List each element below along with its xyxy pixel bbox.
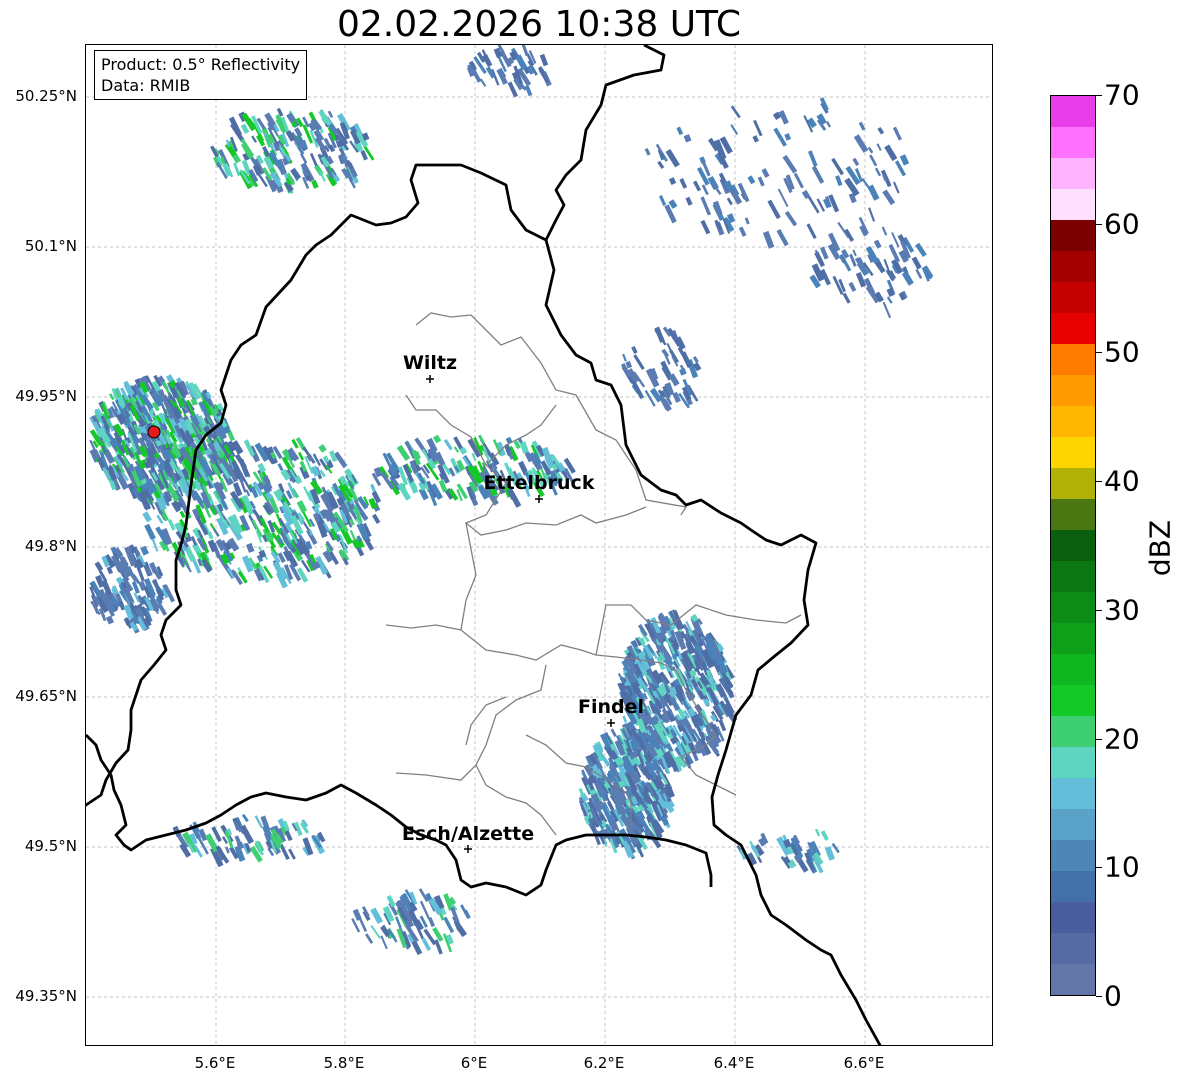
colorbar-segment bbox=[1051, 158, 1095, 189]
city-label: Wiltz bbox=[403, 352, 457, 374]
colorbar-tick bbox=[1096, 223, 1102, 225]
city-label: Findel bbox=[578, 696, 644, 718]
colorbar-segment bbox=[1051, 375, 1095, 406]
dbz-colorbar bbox=[1050, 95, 1096, 996]
lat-label: 50.25°N bbox=[15, 87, 77, 105]
colorbar-segment bbox=[1051, 592, 1095, 623]
colorbar-tick-label: 40 bbox=[1104, 464, 1140, 498]
colorbar-segment bbox=[1051, 313, 1095, 344]
lon-label: 6.6°E bbox=[843, 1054, 885, 1072]
lon-label: 5.6°E bbox=[194, 1054, 236, 1072]
lat-label: 49.35°N bbox=[15, 987, 77, 1005]
colorbar-segment bbox=[1051, 127, 1095, 158]
product-info-box: Product: 0.5° Reflectivity Data: RMIB bbox=[94, 50, 308, 100]
colorbar-segment bbox=[1051, 282, 1095, 313]
colorbar-segment bbox=[1051, 716, 1095, 747]
colorbar-segment bbox=[1051, 654, 1095, 685]
lon-label: 6°E bbox=[460, 1054, 488, 1072]
colorbar-segment bbox=[1051, 530, 1095, 561]
colorbar-segment bbox=[1051, 220, 1095, 251]
colorbar-segment bbox=[1051, 499, 1095, 530]
lon-label: 6.4°E bbox=[713, 1054, 755, 1072]
colorbar-tick bbox=[1096, 481, 1102, 483]
map-title: 02.02.2026 10:38 UTC bbox=[336, 4, 742, 45]
data-source-label: Data: RMIB bbox=[101, 76, 191, 95]
colorbar-tick-label: 20 bbox=[1104, 722, 1140, 756]
city-label: Ettelbruck bbox=[484, 472, 595, 494]
colorbar-tick bbox=[1096, 609, 1102, 611]
lat-label: 50.1°N bbox=[24, 237, 77, 255]
lat-label: 49.95°N bbox=[15, 387, 77, 405]
colorbar-segment bbox=[1051, 96, 1095, 127]
colorbar-segment bbox=[1051, 933, 1095, 964]
colorbar-segment bbox=[1051, 623, 1095, 654]
colorbar-tick bbox=[1096, 95, 1102, 96]
colorbar-segment bbox=[1051, 437, 1095, 468]
colorbar-tick-label: 10 bbox=[1104, 850, 1140, 884]
colorbar-segment bbox=[1051, 964, 1095, 995]
city-marker bbox=[607, 719, 615, 727]
city-label: Esch/Alzette bbox=[402, 823, 534, 845]
colorbar-segment bbox=[1051, 809, 1095, 840]
radar-site-marker bbox=[147, 425, 161, 439]
colorbar-unit-label: dBZ bbox=[1143, 519, 1177, 577]
colorbar-segment bbox=[1051, 747, 1095, 778]
colorbar-segment bbox=[1051, 251, 1095, 282]
colorbar-tick bbox=[1096, 352, 1102, 354]
lat-label: 49.8°N bbox=[24, 537, 77, 555]
colorbar-segment bbox=[1051, 685, 1095, 716]
colorbar-segment bbox=[1051, 468, 1095, 499]
colorbar-tick bbox=[1096, 738, 1102, 740]
product-label: Product: 0.5° Reflectivity bbox=[101, 55, 301, 74]
lat-label: 49.65°N bbox=[15, 687, 77, 705]
lon-label: 5.8°E bbox=[323, 1054, 365, 1072]
lon-label: 6.2°E bbox=[583, 1054, 625, 1072]
colorbar-segment bbox=[1051, 840, 1095, 871]
colorbar-segment bbox=[1051, 902, 1095, 933]
colorbar-tick-label: 70 bbox=[1104, 78, 1140, 112]
colorbar-tick-label: 0 bbox=[1104, 979, 1122, 1013]
colorbar-tick bbox=[1096, 996, 1102, 997]
colorbar-segment bbox=[1051, 561, 1095, 592]
city-marker bbox=[464, 845, 472, 853]
colorbar-segment bbox=[1051, 189, 1095, 220]
radar-map-canvas: Wiltz Ettelbruck Findel Esch/Alzette bbox=[86, 45, 992, 1045]
radar-map[interactable]: Wiltz Ettelbruck Findel Esch/Alzette bbox=[85, 44, 993, 1046]
colorbar-tick-label: 60 bbox=[1104, 207, 1140, 241]
colorbar-segment bbox=[1051, 344, 1095, 375]
colorbar-tick bbox=[1096, 867, 1102, 869]
colorbar-segment bbox=[1051, 871, 1095, 902]
colorbar-tick-label: 30 bbox=[1104, 593, 1140, 627]
city-marker bbox=[426, 375, 434, 383]
colorbar-segment bbox=[1051, 778, 1095, 809]
lat-label: 49.5°N bbox=[24, 837, 77, 855]
colorbar-tick-label: 50 bbox=[1104, 335, 1140, 369]
colorbar-segment bbox=[1051, 406, 1095, 437]
